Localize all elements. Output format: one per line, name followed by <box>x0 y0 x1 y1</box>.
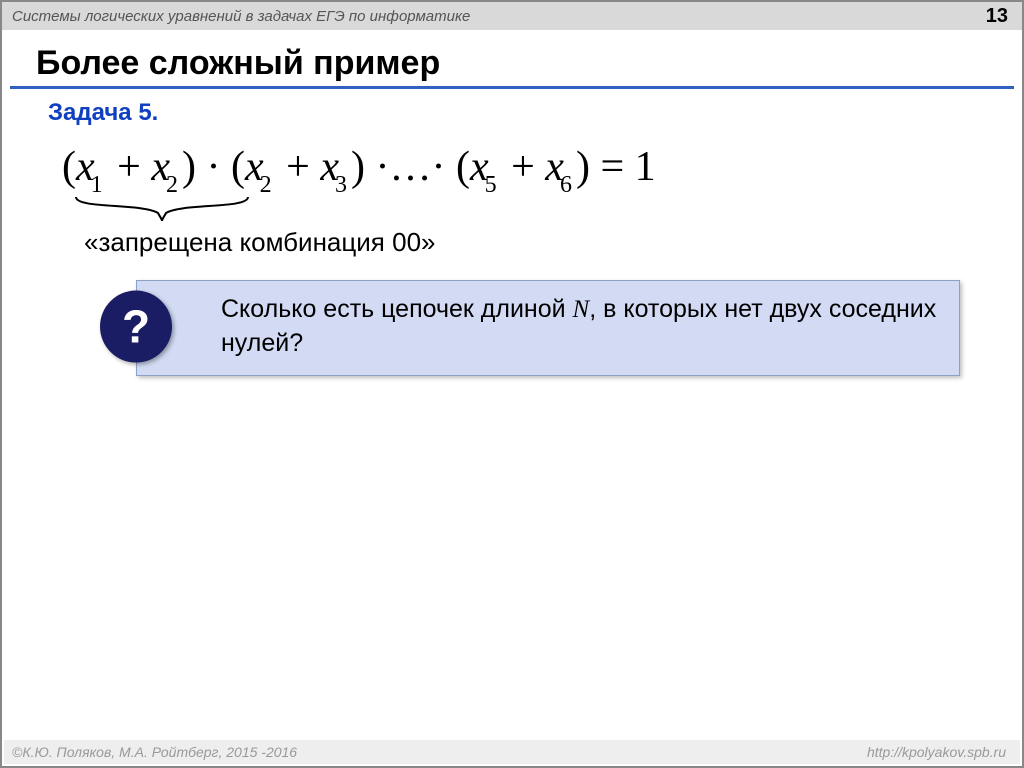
formula: (x1 + x2) · (x2 + x3) ·…· (x5 + x6) = 1 <box>62 143 1022 199</box>
question-badge: ? <box>100 290 172 362</box>
header-bar: Системы логических уравнений в задачах Е… <box>2 2 1022 30</box>
header-title: Системы логических уравнений в задачах Е… <box>12 8 470 25</box>
underbrace-icon <box>72 195 252 223</box>
footer-bar: ©К.Ю. Поляков, М.А. Ройтберг, 2015 -2016… <box>4 740 1020 764</box>
page-number: 13 <box>986 5 1008 28</box>
note-text: «запрещена комбинация 00» <box>84 227 1022 258</box>
callout-text: Сколько есть цепочек длиной N, в которых… <box>136 280 960 376</box>
footer-copyright: ©К.Ю. Поляков, М.А. Ройтберг, 2015 -2016 <box>12 744 297 760</box>
callout-var: N <box>573 296 590 323</box>
underbrace <box>72 195 1022 223</box>
slide: Системы логических уравнений в задачах Е… <box>0 0 1024 768</box>
callout-text-pre: Сколько есть цепочек длиной <box>221 295 573 323</box>
task-label: Задача 5. <box>48 99 1022 127</box>
callout: ? Сколько есть цепочек длиной N, в котор… <box>100 280 960 376</box>
slide-title: Более сложный пример <box>36 44 1022 83</box>
footer-url: http://kpolyakov.spb.ru <box>867 744 1006 760</box>
title-divider <box>10 86 1014 89</box>
